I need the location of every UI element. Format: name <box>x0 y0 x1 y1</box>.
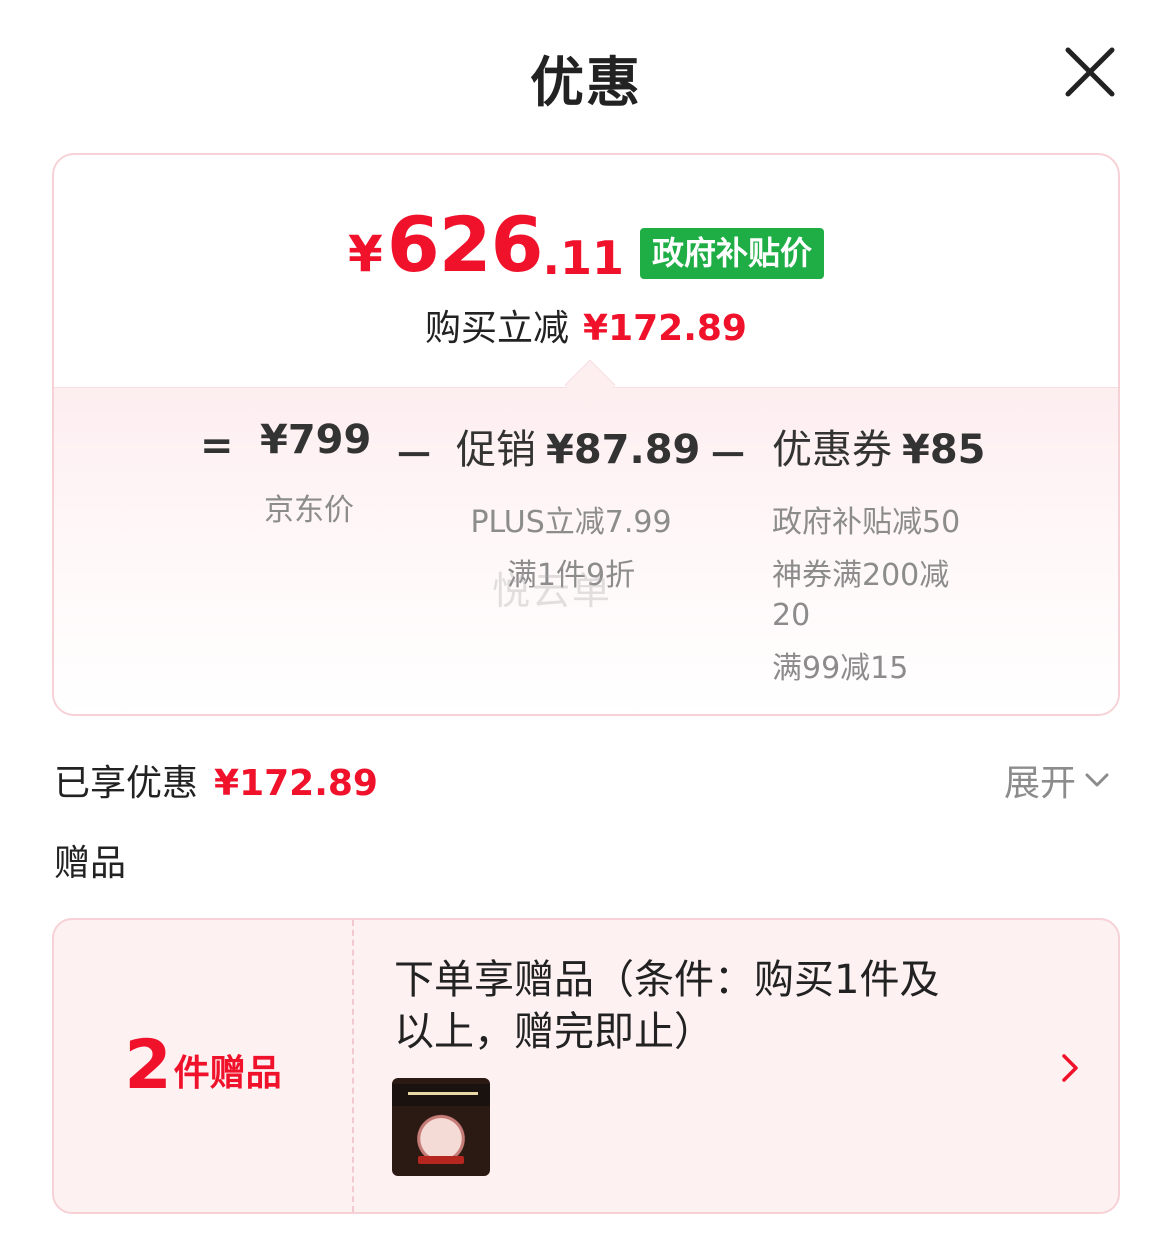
saved-row: 购买立减 ¥172.89 <box>54 299 1118 351</box>
final-price-row: ¥ 626 .11 政府补贴价 <box>54 207 1118 283</box>
saved-label: 购买立减 <box>425 308 570 349</box>
promotion-detail: PLUS立减7.99 <box>470 505 672 540</box>
gifts-section-label: 赠品 <box>54 843 127 884</box>
enjoyed-discount-row: 已享优惠 ¥172.89 <box>54 754 378 806</box>
minus-sign-2: － <box>708 433 748 479</box>
enjoyed-label: 已享优惠 <box>54 763 199 804</box>
price-summary-card: ¥ 626 .11 政府补贴价 购买立减 ¥172.89 = ¥799 京东价 －… <box>52 153 1120 716</box>
price-integer: 626 <box>386 200 544 289</box>
price-decimal: .11 <box>542 231 624 285</box>
coupon-column: 优惠券 ¥85 政府补贴减50 神券满200减 20 满99减15 <box>772 417 986 689</box>
coupon-detail: 满99减15 <box>772 650 909 686</box>
promotion-label: 促销 <box>456 427 536 473</box>
chevron-down-icon <box>1085 773 1109 787</box>
gift-description: 下单享赠品（条件：购买1件及 以上，赠完即止） <box>394 957 940 1055</box>
coupon-value: ¥85 <box>902 427 986 473</box>
gov-subsidy-badge: 政府补贴价 <box>639 227 824 279</box>
gift-count: 2 件赠品 <box>124 1032 281 1100</box>
coupon-detail: 政府补贴减50 <box>772 505 961 540</box>
saved-amount: ¥172.89 <box>583 308 747 349</box>
promotion-value: ¥87.89 <box>546 427 701 473</box>
gift-product-thumbnail[interactable] <box>392 1078 490 1176</box>
minus-sign-1: － <box>394 433 434 479</box>
expand-label: 展开 <box>1004 763 1077 804</box>
watermark: 悦云单 <box>492 569 613 613</box>
equals-sign: = <box>200 423 234 469</box>
enjoyed-amount: ¥172.89 <box>214 763 378 804</box>
close-icon[interactable] <box>1062 44 1118 100</box>
jd-price-label: 京东价 <box>264 493 354 528</box>
coupon-detail: 神券满200减 20 <box>772 557 950 634</box>
sheet-title: 优惠 <box>530 51 642 114</box>
final-price: ¥ 626 .11 <box>348 207 624 283</box>
expand-button[interactable]: 展开 <box>1004 754 1110 806</box>
chevron-right-icon[interactable] <box>1058 1050 1082 1090</box>
currency-symbol: ¥ <box>348 225 383 283</box>
gift-count-area: 2 件赠品 <box>54 920 354 1212</box>
promotion-sheet: 优惠 ¥ 626 .11 政府补贴价 购买立减 ¥172.89 = ¥799 京… <box>0 0 1172 1260</box>
jd-price-value: ¥799 <box>260 417 372 463</box>
jd-price-column: ¥799 京东价 <box>260 417 371 532</box>
gift-count-suffix: 件赠品 <box>173 1053 282 1094</box>
gift-count-number: 2 <box>124 1026 172 1105</box>
gift-card[interactable]: 2 件赠品 下单享赠品（条件：购买1件及 以上，赠完即止） <box>52 918 1120 1214</box>
coupon-label: 优惠券 <box>772 427 892 473</box>
